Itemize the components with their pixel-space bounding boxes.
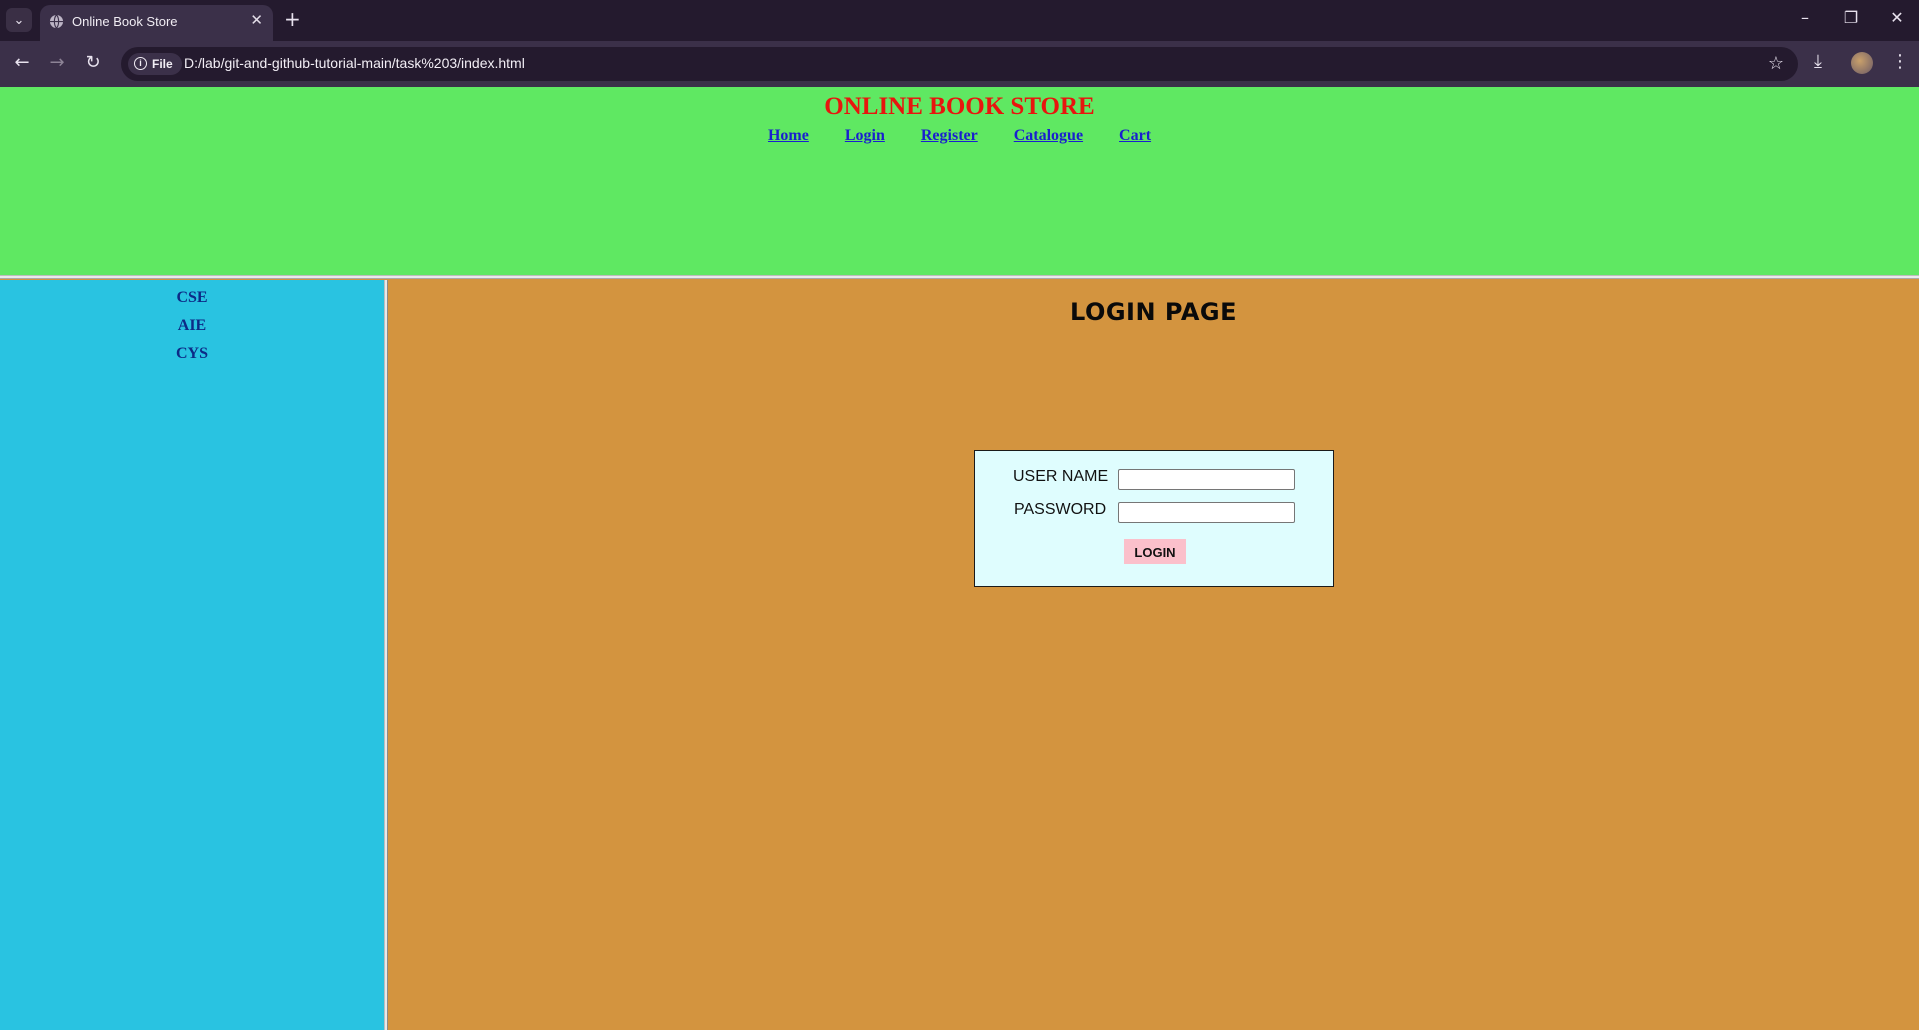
login-button[interactable]: LOGIN bbox=[1124, 539, 1186, 564]
download-icon[interactable]: ⤓ bbox=[1814, 51, 1822, 72]
site-header: ONLINE BOOK STORE Home Login Register Ca… bbox=[0, 87, 1919, 275]
back-icon[interactable]: ← bbox=[10, 52, 34, 73]
reload-icon[interactable]: ↻ bbox=[81, 52, 105, 73]
nav-link-cart[interactable]: Cart bbox=[1119, 127, 1151, 144]
site-info-chip[interactable]: i File bbox=[128, 53, 182, 75]
nav-link-register[interactable]: Register bbox=[921, 127, 978, 144]
password-field[interactable] bbox=[1118, 502, 1295, 523]
frame-divider-horizontal[interactable] bbox=[0, 275, 1919, 279]
new-tab-icon[interactable]: + bbox=[284, 7, 301, 31]
bookmark-star-icon[interactable]: ☆ bbox=[1768, 53, 1784, 74]
restore-icon[interactable]: ❐ bbox=[1836, 8, 1866, 27]
close-window-icon[interactable]: ✕ bbox=[1882, 8, 1912, 27]
tab-title: Online Book Store bbox=[72, 14, 178, 29]
minimize-icon[interactable]: – bbox=[1790, 8, 1820, 27]
sidebar-item-cys[interactable]: CYS bbox=[0, 340, 384, 368]
site-title: ONLINE BOOK STORE bbox=[824, 93, 1095, 120]
sidebar-item-aie[interactable]: AIE bbox=[0, 312, 384, 340]
forward-icon[interactable]: → bbox=[45, 52, 69, 73]
username-field[interactable] bbox=[1118, 469, 1295, 490]
more-menu-icon[interactable]: ⋮ bbox=[1891, 51, 1909, 72]
tab-search-dropdown-icon[interactable]: ⌄ bbox=[6, 8, 32, 32]
page-title: LOGIN PAGE bbox=[1070, 298, 1237, 326]
profile-avatar[interactable] bbox=[1851, 52, 1873, 74]
nav-link-login[interactable]: Login bbox=[845, 127, 885, 144]
sidebar-item-cse[interactable]: CSE bbox=[0, 284, 384, 312]
close-tab-icon[interactable]: ✕ bbox=[250, 11, 263, 29]
browser-tab-bar: ⌄ Online Book Store ✕ + – ❐ ✕ bbox=[0, 0, 1919, 41]
sidebar-list: CSE AIE CYS bbox=[0, 284, 384, 368]
url-text[interactable]: D:/lab/git-and-github-tutorial-main/task… bbox=[184, 55, 525, 71]
browser-toolbar: ← → ↻ i File D:/lab/git-and-github-tutor… bbox=[0, 41, 1919, 87]
password-label: PASSWORD bbox=[1014, 501, 1107, 518]
page-viewport: ONLINE BOOK STORE Home Login Register Ca… bbox=[0, 87, 1919, 1030]
nav-link-catalogue[interactable]: Catalogue bbox=[1014, 127, 1083, 144]
browser-tab[interactable]: Online Book Store ✕ bbox=[40, 5, 273, 41]
sidebar: CSE AIE CYS bbox=[0, 280, 384, 1030]
main-content: LOGIN PAGE USER NAME PASSWORD LOGIN bbox=[388, 280, 1919, 1030]
globe-icon bbox=[49, 14, 64, 29]
site-nav: Home Login Register Catalogue Cart bbox=[0, 127, 1919, 145]
nav-link-home[interactable]: Home bbox=[768, 127, 809, 144]
file-chip-label: File bbox=[152, 57, 173, 71]
login-form: USER NAME PASSWORD LOGIN bbox=[974, 450, 1334, 587]
username-label: USER NAME bbox=[1013, 468, 1109, 485]
address-bar[interactable]: i File D:/lab/git-and-github-tutorial-ma… bbox=[121, 47, 1798, 81]
info-icon: i bbox=[134, 57, 147, 70]
